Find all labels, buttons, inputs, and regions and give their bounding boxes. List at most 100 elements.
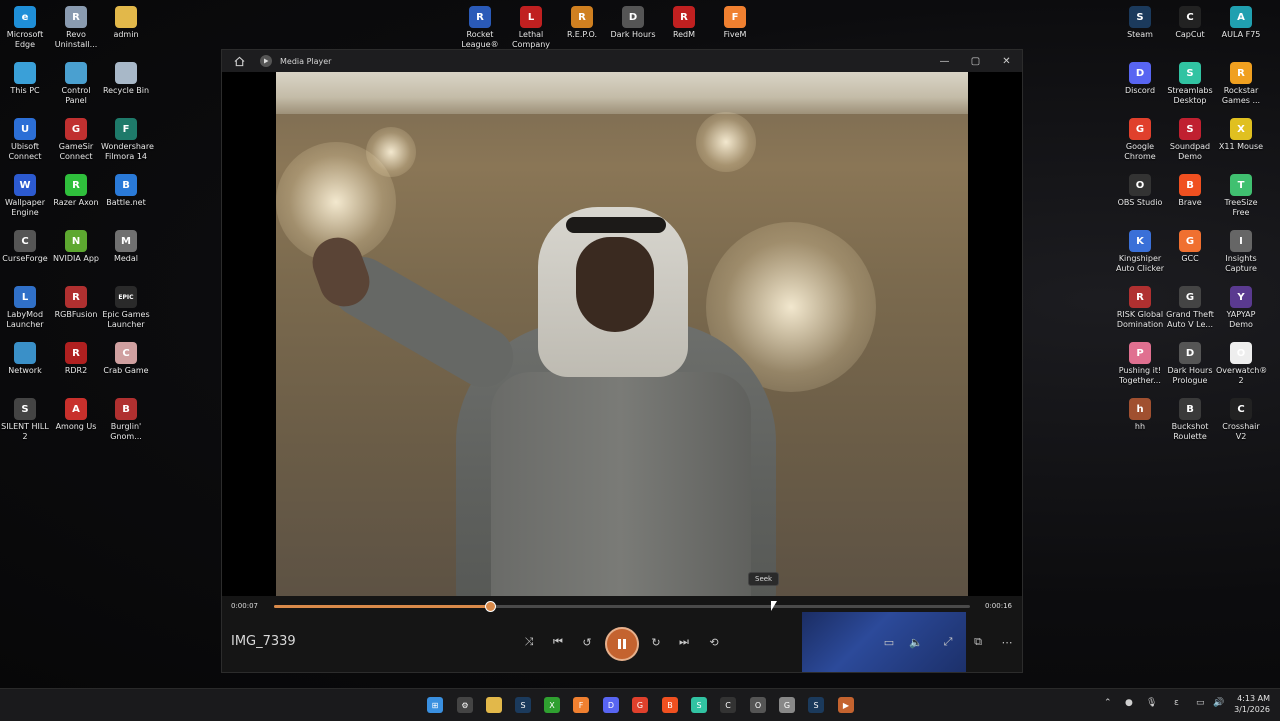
desktop-icon-control-panel[interactable]: Control Panel (51, 56, 101, 106)
seek-bar-thumb[interactable] (484, 601, 496, 612)
desktop-icon-treesize-free[interactable]: T TreeSize Free (1216, 168, 1266, 218)
desktop-icon-revo-uninstall[interactable]: R Revo Uninstall... (51, 0, 101, 50)
desktop-icon-rocket-league[interactable]: R Rocket League® (455, 0, 505, 50)
desktop-icon-this-pc[interactable]: This PC (0, 56, 50, 96)
desktop-icon-crosshair-v2[interactable]: C Crosshair V2 (1216, 392, 1266, 442)
volume-button[interactable]: 🔈 (906, 632, 926, 652)
captions-button[interactable]: ▭ (879, 632, 899, 652)
desktop-icon-medal[interactable]: M Medal (101, 224, 151, 264)
desktop-icon-wondershare-filmora-14[interactable]: F Wondershare Filmora 14 (101, 112, 154, 162)
clock[interactable]: 4:13 AM 3/1/2026 (1234, 693, 1270, 715)
start-button[interactable]: ⊞ (427, 697, 443, 713)
desktop-icon-x11-mouse[interactable]: X X11 Mouse (1216, 112, 1266, 152)
desktop-icon-label: CapCut (1175, 30, 1205, 39)
desktop-icon-grand-theft-auto-v-le[interactable]: G Grand Theft Auto V Le... (1165, 280, 1215, 330)
tray-overflow-icon[interactable]: ⌃ (1104, 698, 1112, 708)
volume-icon[interactable]: 🔊 (1213, 698, 1224, 708)
steam-app[interactable]: S (515, 697, 531, 713)
desktop-icon-rgbfusion[interactable]: R RGBFusion (51, 280, 101, 320)
desktop-icon-pushing-it-together[interactable]: P Pushing it! Together... (1115, 336, 1165, 386)
desktop-icon-rockstar-games[interactable]: R Rockstar Games ... (1216, 56, 1266, 106)
desktop-icon-among-us[interactable]: A Among Us (51, 392, 101, 432)
desktop-icon-nvidia-app[interactable]: N NVIDIA App (51, 224, 101, 264)
desktop-icon-soundpad-demo[interactable]: S Soundpad Demo (1165, 112, 1215, 162)
pause-button[interactable] (605, 627, 639, 661)
desktop-icon-lethal-company[interactable]: L Lethal Company (506, 0, 556, 50)
desktop-icon-fivem[interactable]: F FiveM (710, 0, 760, 40)
xbox-app[interactable]: X (544, 697, 560, 713)
desktop-icon-gcc[interactable]: G GCC (1165, 224, 1215, 264)
desktop-icon-yapyap-demo[interactable]: Y YAPYAP Demo (1216, 280, 1266, 330)
desktop-icon-steam[interactable]: S Steam (1115, 0, 1165, 40)
more-button[interactable]: ⋯ (997, 632, 1017, 652)
desktop-icon-network[interactable]: Network (0, 336, 50, 376)
desktop-icon-aula-f75[interactable]: A AULA F75 (1216, 0, 1266, 40)
settings-app[interactable]: ⚙ (457, 697, 473, 713)
desktop-icon-dark-hours[interactable]: D Dark Hours (608, 0, 658, 40)
desktop-icon-google-chrome[interactable]: G Google Chrome (1115, 112, 1165, 162)
network-icon[interactable]: ▭ (1196, 698, 1205, 708)
next-button[interactable]: ⏭ (674, 632, 694, 652)
desktop-icon-discord[interactable]: D Discord (1115, 56, 1165, 96)
desktop-icon-admin[interactable]: admin (101, 0, 151, 40)
microphone-icon[interactable]: 🎙 (1146, 698, 1157, 708)
desktop-icon-battle-net[interactable]: B Battle.net (101, 168, 151, 208)
close-button[interactable]: ✕ (991, 50, 1022, 72)
brave-icon: B (1179, 174, 1201, 196)
desktop-icon-overwatch-2[interactable]: O Overwatch® 2 (1216, 336, 1267, 386)
gamesir-connect-icon: G (65, 118, 87, 140)
capcut-app[interactable]: C (720, 697, 736, 713)
desktop-icon-silent-hill-2[interactable]: S SILENT HILL 2 (0, 392, 50, 442)
media-player-app[interactable]: ▶ (838, 697, 854, 713)
desktop-icon-hh[interactable]: h hh (1115, 392, 1165, 432)
forward-30-button[interactable]: ↻ (646, 632, 666, 652)
desktop-icon-redm[interactable]: R RedM (659, 0, 709, 40)
previous-button[interactable]: ⏮ (548, 632, 568, 652)
home-icon[interactable] (231, 53, 247, 69)
desktop-icon-razer-axon[interactable]: R Razer Axon (51, 168, 101, 208)
desktop-icon-obs-studio[interactable]: O OBS Studio (1115, 168, 1165, 208)
desktop-icon-curseforge[interactable]: C CurseForge (0, 224, 50, 264)
rewind-10-button[interactable]: ↺ (577, 632, 597, 652)
streamlabs-app[interactable]: S (691, 697, 707, 713)
desktop-icon-r-e-p-o[interactable]: R R.E.P.O. (557, 0, 607, 40)
obs-app[interactable]: O (750, 697, 766, 713)
desktop-icon-brave[interactable]: B Brave (1165, 168, 1215, 208)
desktop-icon-microsoft-edge[interactable]: e Microsoft Edge (0, 0, 50, 50)
maximize-button[interactable]: ▢ (960, 50, 991, 72)
desktop-icon-risk-global-domination[interactable]: R RISK Global Domination (1115, 280, 1165, 330)
desktop-icon-epic-games-launcher[interactable]: EPIC Epic Games Launcher (101, 280, 151, 330)
desktop-icon-buckshot-roulette[interactable]: B Buckshot Roulette (1165, 392, 1215, 442)
desktop-icon-streamlabs-desktop[interactable]: S Streamlabs Desktop (1165, 56, 1215, 106)
ime-icon[interactable]: ε (1174, 698, 1179, 708)
shuffle-button[interactable]: ⤨ (519, 632, 539, 652)
chrome-app[interactable]: G (632, 697, 648, 713)
desktop-icon-rdr2[interactable]: R RDR2 (51, 336, 101, 376)
gcc-app[interactable]: G (779, 697, 795, 713)
minimize-button[interactable]: — (929, 50, 960, 72)
tray-app-icon[interactable]: ● (1125, 698, 1133, 708)
desktop-icon-dark-hours-prologue[interactable]: D Dark Hours Prologue (1165, 336, 1215, 386)
desktop-icon-gamesir-connect[interactable]: G GameSir Connect (51, 112, 101, 162)
desktop-icon-burglin-gnom[interactable]: B Burglin' Gnom... (101, 392, 151, 442)
video-frame[interactable] (276, 72, 968, 596)
miniplayer-button[interactable]: ⧉ (968, 632, 988, 652)
desktop-icon-kingshiper-auto-clicker[interactable]: K Kingshiper Auto Clicker (1115, 224, 1165, 274)
desktop-icon-crab-game[interactable]: C Crab Game (101, 336, 151, 376)
seek-bar[interactable] (274, 601, 970, 612)
desktop-icon-recycle-bin[interactable]: Recycle Bin (101, 56, 151, 96)
brave-app[interactable]: B (662, 697, 678, 713)
desktop-icon-ubisoft-connect[interactable]: U Ubisoft Connect (0, 112, 50, 162)
desktop-icon-insights-capture[interactable]: I Insights Capture (1216, 224, 1266, 274)
fullscreen-button[interactable]: ⤢ (938, 632, 958, 652)
steam-app-2[interactable]: S (808, 697, 824, 713)
desktop-icon-labymod-launcher[interactable]: L LabyMod Launcher (0, 280, 50, 330)
fivem-app[interactable]: F (573, 697, 589, 713)
desktop-icon-wallpaper-engine[interactable]: W Wallpaper Engine (0, 168, 50, 218)
desktop-icon-label: Recycle Bin (102, 86, 150, 95)
title-bar[interactable]: Media Player — ▢ ✕ (222, 50, 1022, 72)
desktop-icon-capcut[interactable]: C CapCut (1165, 0, 1215, 40)
repeat-button[interactable]: ⟲ (704, 632, 724, 652)
file-explorer-app[interactable] (486, 697, 502, 713)
discord-app[interactable]: D (603, 697, 619, 713)
